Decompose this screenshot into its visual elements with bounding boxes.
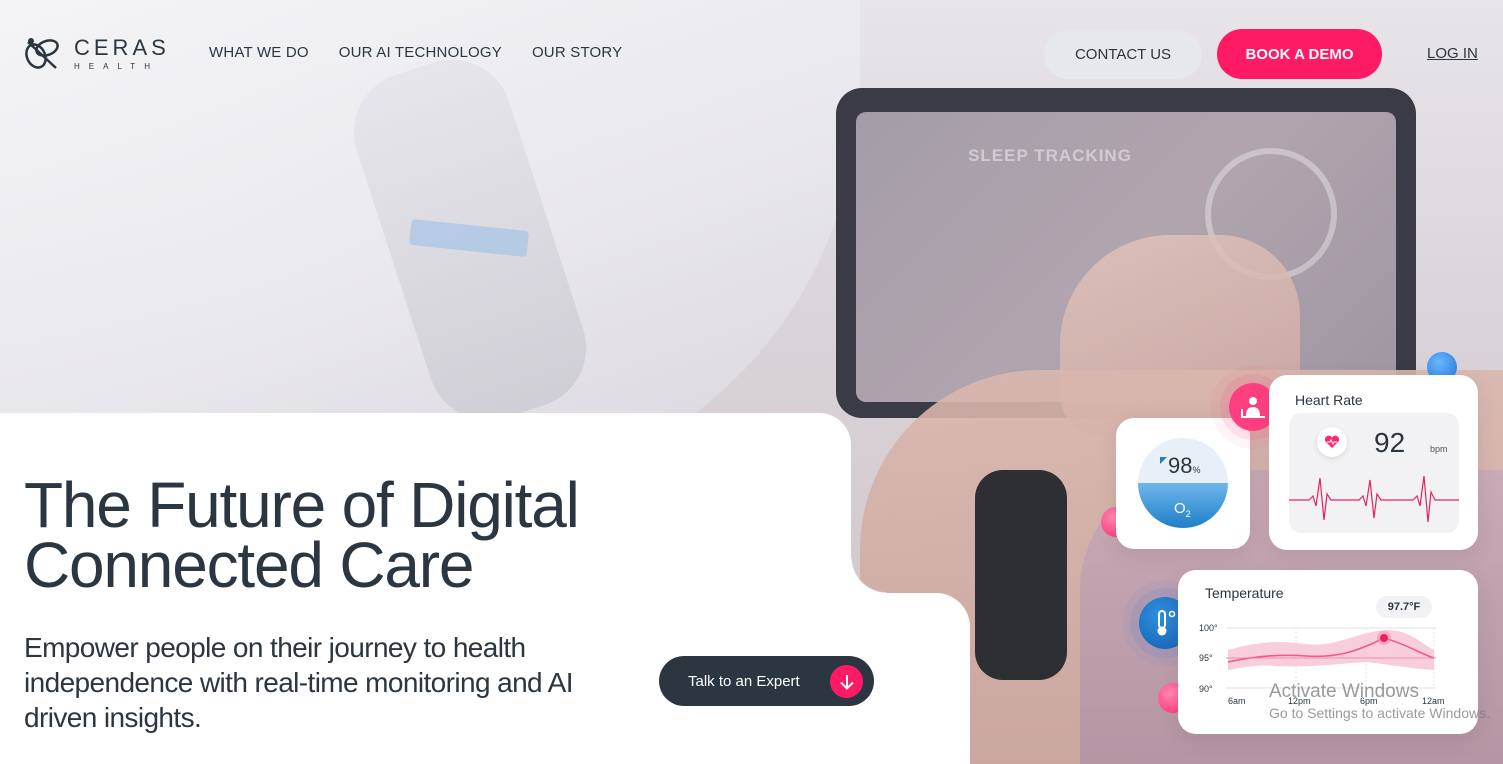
nav-item-our-story[interactable]: OUR STORY [532, 44, 622, 61]
main-nav: WHAT WE DO OUR AI TECHNOLOGY OUR STORY [209, 44, 622, 61]
contact-us-button[interactable]: CONTACT US [1044, 30, 1202, 79]
panel-corner-notch [851, 557, 887, 593]
oxygen-value: 98% [1168, 453, 1201, 478]
login-link[interactable]: LOG IN [1427, 45, 1478, 62]
temperature-y-tick: 90° [1199, 684, 1213, 694]
nav-item-ai-technology[interactable]: OUR AI TECHNOLOGY [339, 44, 502, 61]
oxygen-saturation-card: 98% O2 [1116, 418, 1250, 549]
oxygen-indicator-icon [1160, 457, 1167, 464]
activate-windows-watermark: Activate Windows Go to Settings to activ… [1269, 681, 1490, 721]
oxygen-label: O2 [1174, 500, 1191, 519]
temperature-title: Temperature [1205, 585, 1284, 601]
heart-icon [1317, 427, 1347, 457]
heart-rate-title: Heart Rate [1295, 392, 1363, 408]
hero-headline: The Future of Digital Connected Care [24, 473, 644, 597]
tablet-screen-title: SLEEP TRACKING [968, 146, 1132, 165]
heart-rate-unit: bpm [1430, 444, 1448, 454]
watermark-subtitle: Go to Settings to activate Windows. [1269, 705, 1490, 721]
heart-rate-card: Heart Rate 92 bpm [1269, 375, 1478, 550]
temperature-x-tick: 6am [1228, 696, 1246, 706]
hero-subtitle: Empower people on their journey to healt… [24, 632, 574, 733]
arrow-down-icon [830, 665, 863, 698]
oxygen-unit: % [1192, 465, 1201, 475]
brand-logo[interactable]: CERAS HEALTH [22, 34, 170, 74]
talk-to-expert-button[interactable]: Talk to an Expert [659, 656, 874, 706]
nav-item-what-we-do[interactable]: WHAT WE DO [209, 44, 309, 61]
cta-label: Talk to an Expert [688, 672, 800, 690]
book-demo-button[interactable]: BOOK A DEMO [1217, 29, 1382, 79]
temperature-y-tick: 95° [1199, 653, 1213, 663]
temperature-y-tick: 100° [1199, 623, 1218, 633]
hero-image-watch [975, 470, 1067, 680]
heart-rate-value: 92 [1374, 427, 1406, 458]
heart-rate-waveform [1289, 475, 1459, 523]
heart-rate-panel: 92 bpm [1289, 413, 1459, 533]
hero-headline-line2: Connected Care [24, 529, 474, 601]
bee-logo-icon [25, 38, 59, 69]
brand-subname: HEALTH [74, 62, 159, 71]
watermark-title: Activate Windows [1269, 681, 1419, 702]
temperature-current-badge: 97.7°F [1376, 596, 1432, 618]
brand-name: CERAS [74, 35, 170, 60]
